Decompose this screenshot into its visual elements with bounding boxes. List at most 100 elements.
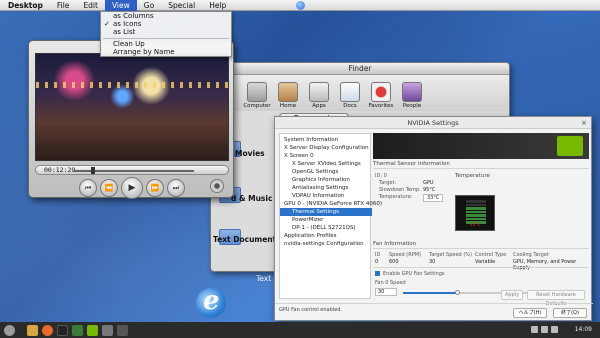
internet-explorer-icon[interactable]: [196, 286, 226, 318]
close-icon[interactable]: ×: [580, 119, 588, 127]
settings-tree: System Information X Server Display Conf…: [279, 133, 382, 299]
fast-forward-icon[interactable]: ⏩: [146, 179, 164, 197]
battery-icon[interactable]: [551, 326, 558, 333]
network-icon[interactable]: [531, 326, 538, 333]
quit-button[interactable]: 終了(Q): [553, 308, 587, 318]
fan-speed-spinbox[interactable]: 30: [375, 288, 397, 296]
toolbar-people-button[interactable]: People: [398, 77, 426, 109]
menu-special[interactable]: Special: [161, 0, 202, 11]
home-icon: [278, 82, 298, 102]
fan-header-speed: Speed (RPM): [389, 252, 421, 258]
fan-cell-id: 0: [375, 259, 379, 265]
desktop-text-partial: Text: [256, 274, 272, 283]
view-menu-dropdown: as Columns ✓ as Icons as List Clean Up Ar…: [100, 11, 232, 57]
fan-header-control: Control Type: [475, 252, 507, 258]
menu-desktop[interactable]: Desktop: [0, 0, 50, 11]
menu-item-as-columns[interactable]: as Columns: [101, 12, 231, 20]
finder-item-movies[interactable]: Movies: [235, 149, 265, 158]
slowdown-temp-label: Slowdown Temp:: [379, 187, 421, 193]
gauge-bar: [466, 214, 486, 217]
sensor-id: ID: 0: [375, 173, 387, 179]
reset-hardware-defaults-button[interactable]: Reset Hardware Defaults: [527, 290, 585, 307]
gauge-bar: [466, 200, 486, 203]
volume-icon[interactable]: [541, 326, 548, 333]
menu-file[interactable]: File: [50, 0, 77, 11]
divider: [373, 248, 589, 249]
toolbar-computer-button[interactable]: Computer: [243, 77, 271, 109]
temperature-gauge: 33°C: [455, 195, 495, 231]
tree-item-gpu-0[interactable]: GPU 0 - (NVIDIA GeForce RTX 4060): [280, 200, 382, 208]
video-player-window: 00:12:29 ⏮ ⏪ ▶ ⏩ ⏭: [28, 40, 234, 199]
menu-go[interactable]: Go: [137, 0, 161, 11]
heart-icon: [371, 82, 391, 102]
tree-item-thermal-settings[interactable]: Thermal Settings: [280, 208, 372, 216]
target-label: Target:: [379, 180, 397, 186]
menu-item-as-list[interactable]: as List: [101, 28, 231, 36]
tree-item-system-information[interactable]: System Information: [280, 136, 372, 144]
system-monitor-icon[interactable]: [72, 324, 83, 336]
temperature-value: 33°C: [423, 194, 444, 202]
tree-item-vdpau-information[interactable]: VDPAU Information: [280, 192, 372, 200]
nvidia-taskbar-icon[interactable]: [87, 324, 98, 336]
divider: [373, 168, 589, 169]
gauge-bar: [466, 207, 486, 210]
menu-item-as-icons[interactable]: ✓ as Icons: [101, 20, 231, 28]
apple-logo-icon[interactable]: [296, 1, 305, 10]
thermal-settings-panel: Thermal Sensor Information ID: 0 Tempera…: [373, 133, 589, 299]
toolbar-docs-button[interactable]: Docs: [336, 77, 364, 109]
finder-toolbar: Computer Home Apps Docs Favorites People: [211, 75, 509, 111]
skip-back-icon[interactable]: ⏮: [79, 179, 97, 197]
rewind-icon[interactable]: ⏪: [100, 179, 118, 197]
enable-fan-checkbox[interactable]: [375, 271, 380, 276]
tree-item-opengl-settings[interactable]: OpenGL Settings: [280, 168, 372, 176]
menu-view[interactable]: View: [104, 0, 137, 11]
finder-item-music[interactable]: d & Music: [231, 194, 272, 203]
computer-icon: [247, 82, 267, 102]
tree-item-x-screen-0[interactable]: X Screen 0: [280, 152, 372, 160]
toolbar-home-button[interactable]: Home: [274, 77, 302, 109]
finder-titlebar[interactable]: Finder: [211, 63, 509, 75]
play-icon[interactable]: ▶: [121, 177, 143, 199]
start-menu-icon[interactable]: [4, 324, 15, 336]
gauge-bar: [466, 210, 486, 213]
tree-item-powermizer[interactable]: PowerMizer: [280, 216, 372, 224]
browser-icon[interactable]: [42, 324, 53, 336]
files-icon[interactable]: [27, 324, 38, 336]
apply-button[interactable]: Apply: [501, 290, 523, 300]
checkmark-icon: ✓: [104, 20, 110, 28]
tree-item-graphics-information[interactable]: Graphics Information: [280, 176, 372, 184]
skip-forward-icon[interactable]: ⏭: [167, 179, 185, 197]
fan-speed-slider-knob[interactable]: [455, 290, 460, 295]
app-icon[interactable]: [117, 324, 128, 336]
menu-help[interactable]: Help: [202, 0, 233, 11]
finder-item-text-documents[interactable]: Text Documents: [213, 235, 281, 244]
help-button[interactable]: ヘルプ(H): [513, 308, 547, 318]
tree-item-application-profiles[interactable]: Application Profiles: [280, 232, 372, 240]
temperature-label: Temperature:: [379, 194, 413, 200]
fan-section-heading: Fan Information: [373, 241, 417, 247]
menu-item-arrange-by-name[interactable]: Arrange by Name: [101, 48, 231, 56]
toolbar-favorites-button[interactable]: Favorites: [367, 77, 395, 109]
volume-knob-icon[interactable]: [210, 179, 224, 193]
fan-header-id: ID: [375, 252, 381, 258]
scrub-thumb[interactable]: [91, 167, 95, 174]
video-frame[interactable]: [35, 53, 229, 161]
thermal-section-heading: Thermal Sensor Information: [373, 161, 450, 167]
tree-item-dp-1[interactable]: DP-1 - (DELL S2721QS): [280, 224, 372, 232]
taskbar-clock: 14:09: [574, 326, 592, 333]
time-display: 00:12:29: [44, 166, 76, 174]
nvidia-titlebar[interactable]: NVIDIA Settings ×: [275, 117, 591, 129]
app-icon[interactable]: [102, 324, 113, 336]
fan-cell-speed: 600: [389, 259, 399, 265]
terminal-icon[interactable]: [57, 324, 68, 336]
toolbar-apps-button[interactable]: Apps: [305, 77, 333, 109]
tree-item-x-server-display-configuration[interactable]: X Server Display Configuration: [280, 144, 372, 152]
tree-item-nvidia-settings-configuration[interactable]: nvidia-settings Configuration: [280, 240, 372, 248]
menu-edit[interactable]: Edit: [76, 0, 105, 11]
tree-item-xvideo-settings[interactable]: X Server XVideo Settings: [280, 160, 372, 168]
scrub-bar[interactable]: 00:12:29: [35, 165, 229, 175]
menu-item-clean-up[interactable]: Clean Up: [101, 40, 231, 48]
tree-item-antialiasing-settings[interactable]: Antialiasing Settings: [280, 184, 372, 192]
gauge-bars: [466, 200, 486, 225]
divider: [275, 303, 593, 304]
